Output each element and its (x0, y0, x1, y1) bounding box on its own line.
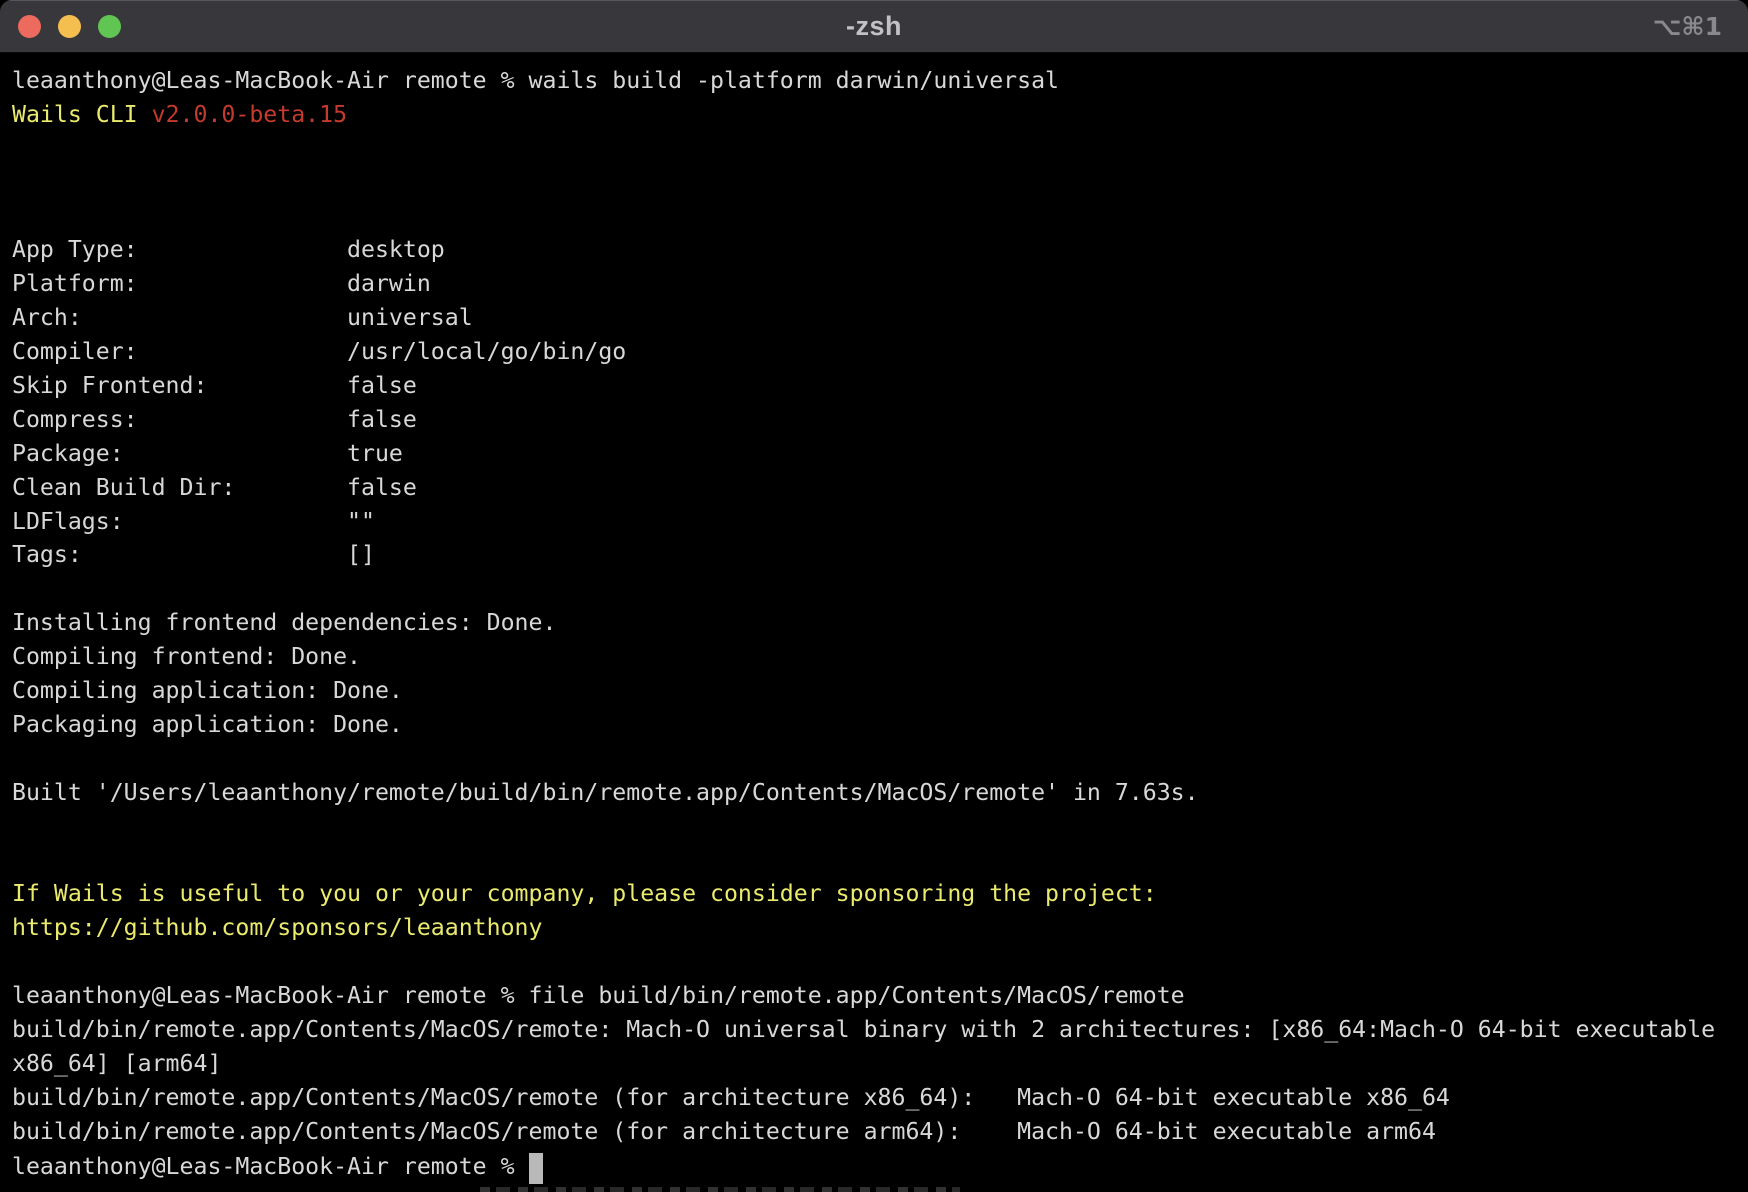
terminal-line: Platform: darwin (12, 267, 1736, 301)
traffic-lights (18, 0, 121, 53)
terminal-line (12, 810, 1736, 844)
terminal-text-segment: build/bin/remote.app/Contents/MacOS/remo… (12, 1084, 1450, 1111)
terminal-line: Arch: universal (12, 301, 1736, 335)
terminal-window: -zsh ⌥⌘1 leaanthony@Leas-MacBook-Air rem… (0, 0, 1748, 1192)
terminal-text-segment: Tags: [] (12, 541, 375, 568)
terminal-line: https://github.com/sponsors/leaanthony (12, 911, 1736, 945)
terminal-line: If Wails is useful to you or your compan… (12, 877, 1736, 911)
terminal-line: x86_64] [arm64] (12, 1047, 1736, 1081)
terminal-text-segment: leaanthony@Leas-MacBook-Air remote % fil… (12, 982, 1185, 1009)
terminal-line (12, 945, 1736, 979)
terminal-line (12, 843, 1736, 877)
terminal-line: leaanthony@Leas-MacBook-Air remote % fil… (12, 979, 1736, 1013)
terminal-text-segment: LDFlags: "" (12, 508, 375, 535)
zoom-button[interactable] (98, 15, 121, 38)
window-title: -zsh (0, 11, 1748, 42)
terminal-line (12, 166, 1736, 200)
terminal-text-segment: Skip Frontend: false (12, 372, 417, 399)
window-shortcut-badge: ⌥⌘1 (1653, 0, 1722, 53)
terminal-line: Clean Build Dir: false (12, 471, 1736, 505)
terminal-line (12, 200, 1736, 234)
terminal-line: leaanthony@Leas-MacBook-Air remote % (12, 1149, 1736, 1183)
terminal-line: Compiler: /usr/local/go/bin/go (12, 335, 1736, 369)
terminal-text-segment: Compress: false (12, 406, 417, 433)
terminal-line (12, 132, 1736, 166)
terminal-text-segment: Clean Build Dir: false (12, 474, 417, 501)
terminal-line: build/bin/remote.app/Contents/MacOS/remo… (12, 1013, 1736, 1047)
terminal-text-segment: Package: true (12, 440, 403, 467)
terminal-line: Built '/Users/leaanthony/remote/build/bi… (12, 776, 1736, 810)
terminal-line: Tags: [] (12, 538, 1736, 572)
terminal-line: App Type: desktop (12, 233, 1736, 267)
terminal-text-segment: Compiling application: Done. (12, 677, 403, 704)
terminal-line (12, 742, 1736, 776)
terminal-text-segment: Arch: universal (12, 304, 473, 331)
terminal-output[interactable]: leaanthony@Leas-MacBook-Air remote % wai… (0, 53, 1748, 1192)
terminal-text-segment: Compiling frontend: Done. (12, 643, 361, 670)
terminal-line (12, 572, 1736, 606)
terminal-text-segment: leaanthony@Leas-MacBook-Air remote % (12, 1153, 529, 1180)
terminal-text-segment: Installing frontend dependencies: Done. (12, 609, 556, 636)
terminal-text-segment: x86_64] [arm64] (12, 1050, 221, 1077)
terminal-text-segment: Packaging application: Done. (12, 711, 403, 738)
terminal-line: leaanthony@Leas-MacBook-Air remote % wai… (12, 64, 1736, 98)
terminal-text-segment: Compiler: /usr/local/go/bin/go (12, 338, 626, 365)
terminal-text-segment: Built '/Users/leaanthony/remote/build/bi… (12, 779, 1199, 806)
terminal-line: Skip Frontend: false (12, 369, 1736, 403)
terminal-text-segment: v2.0.0-beta.15 (152, 101, 347, 128)
terminal-line: Compress: false (12, 403, 1736, 437)
terminal-text-segment: Wails CLI (12, 101, 152, 128)
terminal-text-segment: leaanthony@Leas-MacBook-Air remote % wai… (12, 67, 1059, 94)
terminal-line: Packaging application: Done. (12, 708, 1736, 742)
terminal-line: Compiling application: Done. (12, 674, 1736, 708)
terminal-cursor[interactable] (529, 1153, 543, 1184)
close-button[interactable] (18, 15, 41, 38)
terminal-line: Wails CLI v2.0.0-beta.15 (12, 98, 1736, 132)
terminal-text-segment: https://github.com/sponsors/leaanthony (12, 914, 542, 941)
terminal-line: build/bin/remote.app/Contents/MacOS/remo… (12, 1081, 1736, 1115)
terminal-text-segment: Platform: darwin (12, 270, 431, 297)
terminal-line: Installing frontend dependencies: Done. (12, 606, 1736, 640)
terminal-text-segment: build/bin/remote.app/Contents/MacOS/remo… (12, 1016, 1715, 1043)
terminal-text-segment: build/bin/remote.app/Contents/MacOS/remo… (12, 1118, 1436, 1145)
titlebar[interactable]: -zsh ⌥⌘1 (0, 0, 1748, 53)
terminal-lines: leaanthony@Leas-MacBook-Air remote % wai… (12, 64, 1736, 1182)
terminal-text-segment: If Wails is useful to you or your compan… (12, 880, 1157, 907)
terminal-line: build/bin/remote.app/Contents/MacOS/remo… (12, 1115, 1736, 1149)
terminal-line: Compiling frontend: Done. (12, 640, 1736, 674)
minimize-button[interactable] (58, 15, 81, 38)
terminal-text-segment: App Type: desktop (12, 236, 445, 263)
terminal-line: LDFlags: "" (12, 505, 1736, 539)
background-window-sliver (480, 1187, 960, 1192)
terminal-line: Package: true (12, 437, 1736, 471)
